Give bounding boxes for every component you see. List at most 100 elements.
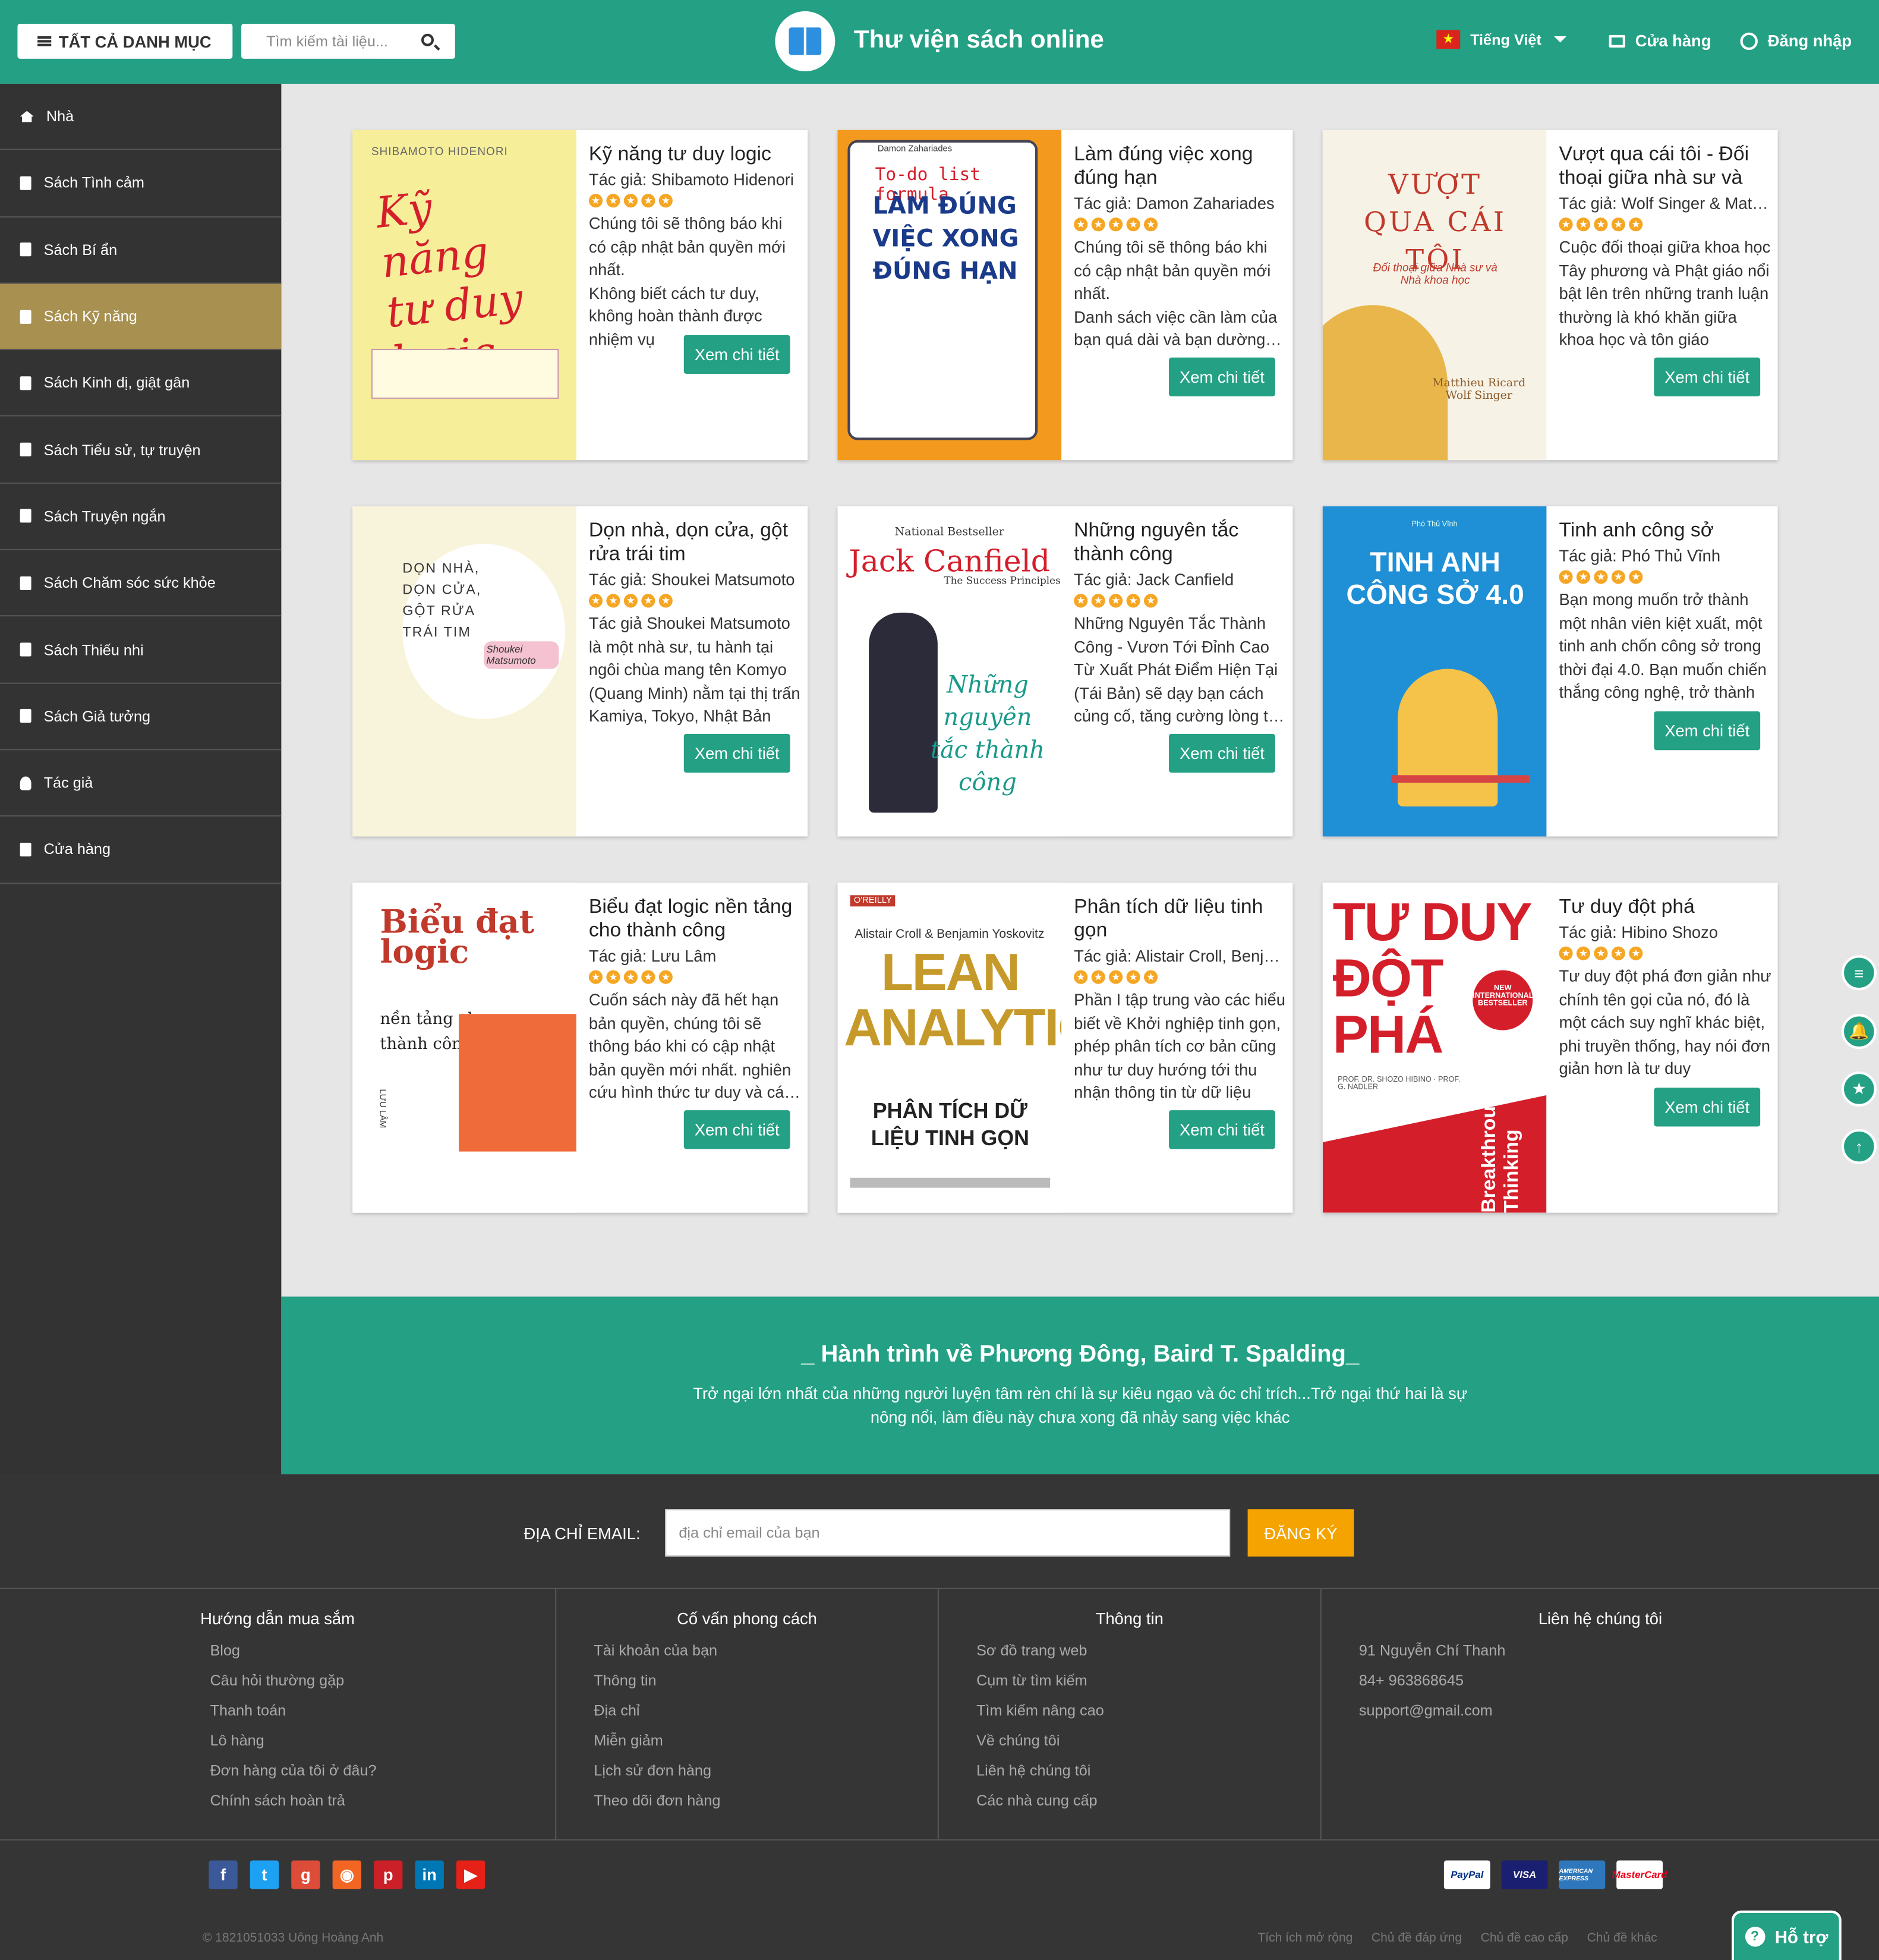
view-details-button[interactable]: Xem chi tiết	[1654, 711, 1761, 751]
book-description: Tác giả Shoukei Matsumoto là một nhà sư,…	[588, 613, 800, 726]
document-icon[interactable]: ≡	[1841, 955, 1877, 991]
footer-column-title: Cố vấn phong cách	[677, 1609, 817, 1628]
help-button[interactable]: ? Hỗ trợ	[1731, 1910, 1842, 1960]
book-title[interactable]: Phân tích dữ liệu tinh gọn	[1074, 895, 1287, 943]
sidebar-item-label: Sách Truyện ngắn	[43, 507, 166, 525]
sidebar-item[interactable]: Sách Truyện ngắn	[0, 484, 282, 550]
sidebar-item[interactable]: Sách Kỹ năng	[0, 283, 282, 351]
footer-link[interactable]: Miễn giảm	[594, 1729, 938, 1759]
view-details-button[interactable]: Xem chi tiết	[683, 335, 790, 374]
copyright: © 1821051033 Uông Hoàng Anh	[202, 1931, 384, 1946]
view-details-button[interactable]: Xem chi tiết	[1654, 1088, 1761, 1127]
sidebar-item[interactable]: Tác giả	[0, 750, 282, 817]
book-cover[interactable]: Biểu đạt logic nền tảng cho thành công LƯU…	[352, 883, 576, 1213]
footer-link[interactable]: Câu hỏi thường gặp	[210, 1669, 555, 1699]
google-plus-icon[interactable]: g	[291, 1860, 320, 1889]
footer-link[interactable]: Lịch sử đơn hàng	[594, 1759, 938, 1789]
book-description: Cuốn sách này đã hết hạn bản quyền, chún…	[588, 990, 793, 1102]
book-title[interactable]: Làm đúng việc xong đúng hạn	[1074, 143, 1287, 190]
subscribe-button[interactable]: ĐĂNG KÝ	[1247, 1509, 1354, 1557]
quote-text: Trở ngại lớn nhất của những người luyện …	[693, 1384, 1468, 1427]
book-title[interactable]: Biểu đạt logic nền tảng cho thành công	[589, 895, 802, 943]
footer-link[interactable]: Tài khoản của bạn	[594, 1639, 938, 1669]
footer-link[interactable]: 84+ 963868645	[1359, 1669, 1879, 1699]
book-title[interactable]: Vượt qua cái tôi - Đối thoại giữa nhà sư…	[1559, 143, 1771, 190]
sidebar-item-label: Sách Bí ẩn	[43, 241, 118, 259]
bottom-link[interactable]: Chủ đề khác	[1587, 1931, 1657, 1945]
footer-link[interactable]: Liên hệ chúng tôi	[976, 1759, 1320, 1789]
book-cover[interactable]: National Bestseller Jack Canfield The Succ…	[837, 506, 1062, 837]
footer-link-list: 91 Nguyễn Chí Thanh 84+ 963868645 support@…	[1359, 1639, 1879, 1729]
footer-link[interactable]: Tìm kiếm nâng cao	[976, 1699, 1320, 1729]
bottom-link[interactable]: Chủ đề đáp ứng	[1372, 1931, 1462, 1945]
bell-icon[interactable]: 🔔	[1841, 1014, 1877, 1050]
footer-link[interactable]: Theo dõi đơn hàng	[594, 1789, 938, 1819]
sidebar-item[interactable]: Sách Bí ẩn	[0, 217, 282, 284]
book-cover[interactable]: O'REILLY Alistair Croll & Benjamin Yoskov…	[837, 883, 1062, 1213]
footer-link[interactable]: Thanh toán	[210, 1699, 555, 1729]
view-details-button[interactable]: Xem chi tiết	[1169, 1110, 1275, 1149]
book-cover[interactable]: VƯỢT QUA CÁI TÔI Đối thoại giữa Nhà sư và…	[1322, 130, 1547, 461]
book-cover[interactable]: SHIBAMOTO HIDENORIKỹ năng tư duy logic	[352, 130, 576, 461]
pinterest-icon[interactable]: p	[374, 1860, 403, 1889]
mastercard-icon: MasterCard	[1612, 1860, 1667, 1889]
book-icon	[20, 709, 31, 723]
footer-link[interactable]: Blog	[210, 1639, 555, 1669]
site-title[interactable]: Thư viện sách online	[854, 26, 1104, 55]
email-field[interactable]: địa chỉ email của bạn	[665, 1509, 1231, 1557]
facebook-icon[interactable]: f	[209, 1860, 238, 1889]
footer-link[interactable]: Lô hàng	[210, 1729, 555, 1759]
view-details-button[interactable]: Xem chi tiết	[1169, 357, 1275, 396]
footer-link[interactable]: Chính sách hoàn trả	[210, 1789, 555, 1819]
book-cover[interactable]: TƯ DUY ĐỘT PHÁ NEW INTERNATIONAL BESTSELL…	[1322, 883, 1547, 1213]
footer-link[interactable]: Đơn hàng của tôi ở đâu?	[210, 1759, 555, 1789]
sidebar-item[interactable]: Sách Tiểu sử, tự truyện	[0, 417, 282, 484]
book-title[interactable]: Tư duy đột phá	[1559, 895, 1771, 919]
store-link[interactable]: Cửa hàng	[1609, 31, 1711, 50]
sidebar-item[interactable]: Sách Thiếu nhi	[0, 617, 282, 684]
sidebar-item[interactable]: Sách Giả tưởng	[0, 683, 282, 751]
footer-link[interactable]: Thông tin	[594, 1669, 938, 1699]
book-title[interactable]: Kỹ năng tư duy logic	[589, 143, 802, 166]
site-logo[interactable]	[775, 11, 836, 71]
book-cover[interactable]: Damon Zahariades To-do list formula LÀM ĐÚ…	[837, 130, 1062, 461]
language-selector[interactable]: ★ Tiếng Việt	[1436, 30, 1566, 49]
star-icon[interactable]: ★	[1841, 1071, 1877, 1107]
linkedin-icon[interactable]: in	[415, 1860, 444, 1889]
login-link[interactable]: Đăng nhập	[1740, 31, 1852, 50]
book-cover[interactable]: Phó Thủ Vĩnh TINH ANH CÔNG SỞ 4.0	[1322, 506, 1547, 837]
sidebar-item[interactable]: Sách Tình cảm	[0, 150, 282, 218]
footer-link[interactable]: Về chúng tôi	[976, 1729, 1320, 1759]
view-details-button[interactable]: Xem chi tiết	[1169, 733, 1275, 773]
search-input[interactable]: Tìm kiếm tài liệu...	[241, 23, 455, 59]
sidebar-item[interactable]: Sách Chăm sóc sức khỏe	[0, 550, 282, 617]
twitter-icon[interactable]: t	[250, 1860, 279, 1889]
footer-link[interactable]: support@gmail.com	[1359, 1699, 1879, 1729]
star-icon: ★	[1559, 570, 1573, 584]
sidebar-item-label: Tác giả	[43, 774, 93, 792]
footer-link[interactable]: Các nhà cung cấp	[976, 1789, 1320, 1819]
bottom-link[interactable]: Chủ đề cao cấp	[1481, 1931, 1568, 1945]
view-details-button[interactable]: Xem chi tiết	[1654, 357, 1761, 396]
footer-link[interactable]: Cụm từ tìm kiếm	[976, 1669, 1320, 1699]
footer-link[interactable]: Địa chỉ	[594, 1699, 938, 1729]
search-icon[interactable]	[421, 33, 434, 46]
book-title[interactable]: Dọn nhà, dọn cửa, gột rửa trái tim	[589, 519, 802, 566]
all-categories-button[interactable]: TẤT CẢ DANH MỤC	[17, 23, 233, 59]
view-details-button[interactable]: Xem chi tiết	[683, 733, 790, 773]
book-title[interactable]: Tinh anh công sở	[1559, 519, 1771, 543]
rss-icon[interactable]: ◉	[332, 1860, 361, 1889]
youtube-icon[interactable]: ▶	[456, 1860, 485, 1889]
book-title[interactable]: Những nguyên tắc thành công	[1074, 519, 1287, 566]
view-details-button[interactable]: Xem chi tiết	[683, 1110, 790, 1149]
book-cover[interactable]: DỌN NHÀ, DỌN CỬA, GỘT RỬA TRÁI TIM Shouke…	[352, 506, 576, 837]
sidebar-item[interactable]: Cửa hàng	[0, 817, 282, 884]
star-icon: ★	[1109, 970, 1123, 984]
arrow-up-icon[interactable]: ↑	[1841, 1129, 1877, 1164]
sidebar-item[interactable]: Nhà	[0, 84, 282, 151]
sidebar-item[interactable]: Sách Kinh dị, giật gân	[0, 350, 282, 417]
bottom-link[interactable]: Tích ích mở rộng	[1257, 1931, 1352, 1945]
footer-link[interactable]: 91 Nguyễn Chí Thanh	[1359, 1639, 1879, 1669]
footer-link[interactable]: Sơ đồ trang web	[976, 1639, 1320, 1669]
sidebar-item-label: Sách Kỹ năng	[43, 307, 137, 326]
